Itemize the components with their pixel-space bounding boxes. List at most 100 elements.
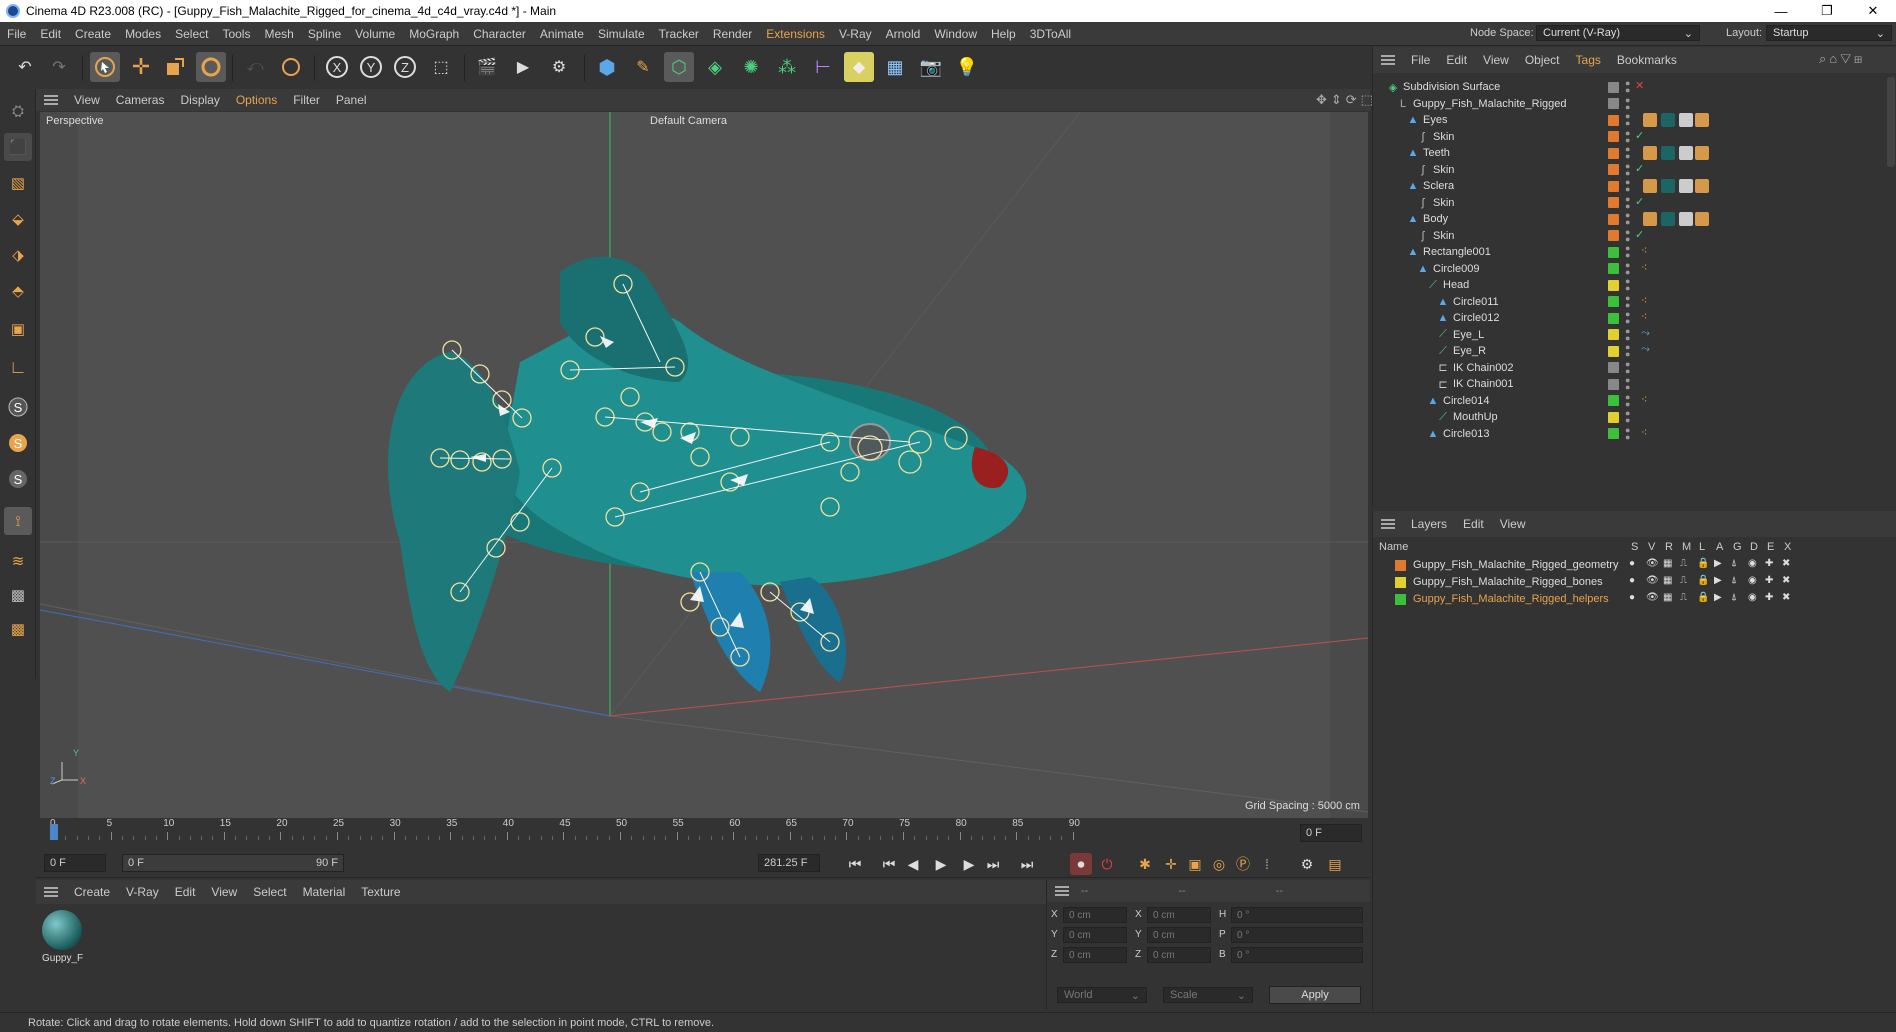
object-menu-bookmarks[interactable]: Bookmarks bbox=[1609, 53, 1685, 67]
layer-name[interactable]: Guppy_Fish_Malachite_Rigged_bones bbox=[1413, 576, 1619, 588]
layer-column-x[interactable]: X bbox=[1784, 541, 1791, 553]
light-icon[interactable]: 💡 bbox=[952, 52, 982, 82]
material-menu-create[interactable]: Create bbox=[66, 885, 118, 899]
cube-primitive-icon[interactable]: ⬢ bbox=[592, 52, 622, 82]
snap-settings-icon[interactable]: S bbox=[4, 429, 32, 457]
layer-menu-edit[interactable]: Edit bbox=[1455, 517, 1492, 531]
go-to-previous-key-icon[interactable]: ⏮ bbox=[878, 853, 900, 875]
material-tag-icon[interactable] bbox=[1661, 212, 1675, 226]
visibility-dots-icon[interactable]: ● ● bbox=[1625, 194, 1630, 210]
menu-animate[interactable]: Animate bbox=[533, 27, 591, 41]
material-menu-edit[interactable]: Edit bbox=[167, 885, 204, 899]
undo-icon[interactable]: ↶ bbox=[10, 52, 40, 82]
visibility-dots-icon[interactable]: ● ● bbox=[1625, 425, 1630, 441]
material-menu-v-ray[interactable]: V-Ray bbox=[118, 885, 167, 899]
select-tool-icon[interactable] bbox=[90, 52, 120, 82]
layout-dropdown[interactable]: Startup ⌄ bbox=[1766, 25, 1892, 41]
x-axis-lock-icon[interactable]: X bbox=[322, 52, 352, 82]
material-menu-select[interactable]: Select bbox=[245, 885, 294, 899]
material-menu-view[interactable]: View bbox=[203, 885, 245, 899]
menu-edit[interactable]: Edit bbox=[33, 27, 68, 41]
texture-tag-icon[interactable] bbox=[1679, 146, 1693, 160]
tree-expand-icon[interactable] bbox=[1395, 147, 1407, 159]
tree-expand-icon[interactable] bbox=[1395, 246, 1407, 258]
layer-toggle-v-icon[interactable]: 👁 bbox=[1646, 575, 1659, 586]
material-tag-icon[interactable] bbox=[1661, 146, 1675, 160]
layer-column-v[interactable]: V bbox=[1648, 541, 1655, 553]
layer-color-swatch[interactable] bbox=[1608, 362, 1619, 373]
texture-tag-icon[interactable] bbox=[1679, 212, 1693, 226]
snap-icon[interactable]: S bbox=[4, 393, 32, 421]
deformer-icon[interactable]: ⊢ bbox=[808, 52, 838, 82]
menu-character[interactable]: Character bbox=[466, 27, 533, 41]
layer-toggle-v-icon[interactable]: 👁 bbox=[1646, 558, 1659, 569]
viewport-menu-view[interactable]: View bbox=[66, 93, 108, 107]
weight-tag-icon[interactable]: ⁖ bbox=[1641, 261, 1647, 274]
weight-tag-icon[interactable] bbox=[1695, 146, 1709, 160]
visibility-dots-icon[interactable]: ● ● bbox=[1625, 95, 1630, 111]
render-settings-icon[interactable]: ⚙ bbox=[544, 52, 574, 82]
layer-manager-menu-icon[interactable] bbox=[1381, 519, 1395, 529]
render-view-icon[interactable]: 🎬 bbox=[472, 52, 502, 82]
layer-toggle-a-icon[interactable]: ▶ bbox=[1714, 575, 1722, 586]
y-axis-lock-icon[interactable]: Y bbox=[356, 52, 386, 82]
timeline-icon[interactable]: ▤ bbox=[1324, 853, 1346, 875]
menu-modes[interactable]: Modes bbox=[118, 27, 168, 41]
layer-toggle-s-icon[interactable]: ● bbox=[1629, 592, 1635, 603]
layer-toggle-r-icon[interactable]: ▦ bbox=[1663, 558, 1672, 569]
layer-color-swatch[interactable] bbox=[1608, 147, 1619, 159]
menu-tracker[interactable]: Tracker bbox=[652, 27, 706, 41]
tree-expand-icon[interactable] bbox=[1405, 197, 1417, 209]
tree-expand-icon[interactable] bbox=[1405, 164, 1417, 176]
weight-tag-icon[interactable]: ⁖ bbox=[1641, 244, 1647, 257]
tree-expand-icon[interactable] bbox=[1395, 180, 1407, 192]
viewport-navigation-icon[interactable]: ✥⇕⟳⬚ bbox=[1316, 92, 1377, 108]
layer-toggle-a-icon[interactable]: ▶ bbox=[1714, 558, 1722, 569]
go-to-start-icon[interactable]: ⏮ bbox=[844, 853, 866, 875]
timeline-ruler[interactable]: 051015202530354045505560657075808590 0 F bbox=[36, 818, 1370, 848]
enabled-check-icon[interactable]: ✓ bbox=[1635, 129, 1644, 142]
coordinates-menu-icon[interactable] bbox=[1055, 886, 1069, 896]
material-menu-material[interactable]: Material bbox=[295, 885, 354, 899]
camera-icon[interactable]: 📷 bbox=[916, 52, 946, 82]
object-menu-view[interactable]: View bbox=[1475, 53, 1517, 67]
visibility-dots-icon[interactable]: ● ● bbox=[1625, 260, 1630, 276]
visibility-dots-icon[interactable]: ● ● bbox=[1625, 244, 1630, 260]
layer-name[interactable]: Guppy_Fish_Malachite_Rigged_geometry bbox=[1413, 559, 1619, 571]
autokey-icon[interactable]: ⏻ bbox=[1096, 853, 1118, 875]
tree-expand-icon[interactable] bbox=[1425, 411, 1437, 423]
workplane-snap-icon[interactable]: S bbox=[4, 465, 32, 493]
layer-column-r[interactable]: R bbox=[1665, 541, 1673, 553]
node-space-dropdown[interactable]: Current (V-Ray) ⌄ bbox=[1536, 25, 1700, 41]
object-menu-object[interactable]: Object bbox=[1517, 53, 1568, 67]
viewport-menu-panel[interactable]: Panel bbox=[328, 93, 375, 107]
coord-value-field[interactable]: 0 cm bbox=[1063, 927, 1127, 943]
layer-name[interactable]: Guppy_Fish_Malachite_Rigged_helpers bbox=[1413, 593, 1619, 605]
layer-toggle-r-icon[interactable]: ▦ bbox=[1663, 575, 1672, 586]
coord-value-field[interactable]: 0 ° bbox=[1231, 947, 1363, 963]
visibility-dots-icon[interactable]: ● ● bbox=[1625, 326, 1630, 342]
layer-toggle-g-icon[interactable]: ⍋ bbox=[1731, 592, 1737, 603]
layer-column-g[interactable]: G bbox=[1733, 541, 1742, 553]
record-icon[interactable]: ⏺ bbox=[1070, 853, 1092, 875]
layer-row[interactable]: Guppy_Fish_Malachite_Rigged_bones ● 👁 ▦ ⎍ 🔒 ▶ ⍋… bbox=[1373, 574, 1896, 591]
layer-color-swatch[interactable] bbox=[1608, 213, 1619, 225]
layer-toggle-l-icon[interactable]: 🔒 bbox=[1697, 575, 1709, 586]
viewport-menu-display[interactable]: Display bbox=[172, 93, 227, 107]
viewport[interactable]: Perspective Default Camera Grid Spacing … bbox=[40, 112, 1368, 818]
visibility-dots-icon[interactable]: ● ● bbox=[1625, 211, 1630, 227]
tree-expand-icon[interactable] bbox=[1425, 329, 1437, 341]
menu-file[interactable]: File bbox=[0, 27, 33, 41]
coord-value-field[interactable]: 0 cm bbox=[1063, 907, 1127, 923]
menu-render[interactable]: Render bbox=[706, 27, 759, 41]
object-menu-edit[interactable]: Edit bbox=[1438, 53, 1475, 67]
visibility-dots-icon[interactable]: ● ● bbox=[1625, 392, 1630, 408]
coordinate-system-icon[interactable]: ⬚ bbox=[426, 52, 456, 82]
menu-v-ray[interactable]: V-Ray bbox=[832, 27, 879, 41]
enabled-check-icon[interactable]: ✓ bbox=[1635, 162, 1644, 175]
coord-mode-dropdown[interactable]: World ⌄ bbox=[1057, 987, 1147, 1003]
visibility-dots-icon[interactable]: ● ● bbox=[1625, 409, 1630, 425]
coord-value-field[interactable]: 0 ° bbox=[1231, 927, 1363, 943]
position-key-icon[interactable]: ✛ bbox=[1160, 853, 1182, 875]
layer-toggle-m-icon[interactable]: ⎍ bbox=[1680, 592, 1687, 603]
